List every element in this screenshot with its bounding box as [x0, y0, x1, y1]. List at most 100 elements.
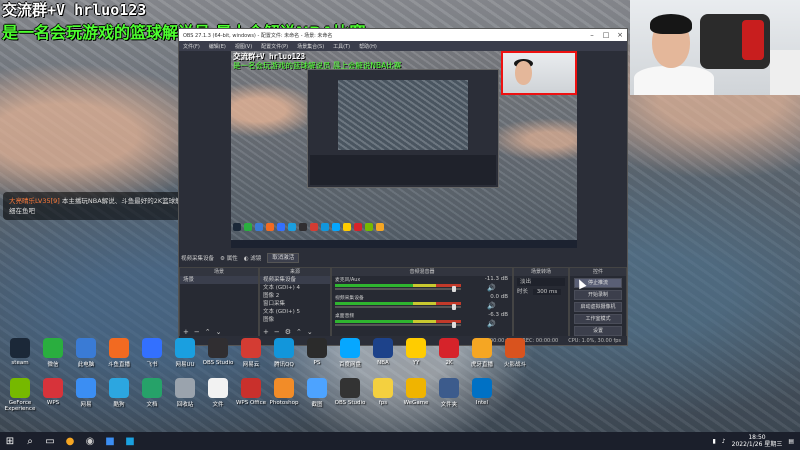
- start-virtual-camera-button[interactable]: 启动虚拟摄像机: [574, 302, 622, 312]
- menu-view[interactable]: 视图(V): [235, 43, 252, 50]
- app-icon: [241, 338, 261, 358]
- move-down-icon[interactable]: ⌄: [216, 328, 222, 336]
- desktop-icon[interactable]: 火影战斗: [495, 338, 535, 368]
- duration-input[interactable]: 300 ms: [532, 289, 562, 295]
- menu-edit[interactable]: 编辑(E): [209, 43, 226, 50]
- source-item[interactable]: 文本 (GDI+) 5: [260, 308, 330, 316]
- source-item[interactable]: 文本 (GDI+) 4: [260, 284, 330, 292]
- channel-db: -11.3 dB: [484, 276, 508, 282]
- task-view-icon[interactable]: ▭: [40, 432, 60, 450]
- preview-icon: [244, 223, 252, 231]
- source-item[interactable]: 图像: [260, 316, 330, 324]
- windows-taskbar: ⊞ ⌕ ▭ ● ◉ ■ ■ ▮ ♪ 18:50 2022/1/26 星期三 ▤: [0, 432, 800, 450]
- preview-desktop-icons: [231, 223, 577, 231]
- deactivate-button[interactable]: 取消激活: [267, 253, 300, 263]
- studio-mode-button[interactable]: 工作室模式: [574, 314, 622, 324]
- add-icon[interactable]: +: [183, 328, 189, 336]
- desktop-icon-label: OBS Studio: [202, 360, 234, 366]
- desktop-icon-label: YY: [412, 360, 420, 366]
- scenes-dock: 场景 场景 + − ⌃ ⌄: [179, 267, 259, 337]
- source-item[interactable]: 窗口采集: [260, 300, 330, 308]
- volume-meter: [335, 284, 461, 287]
- maximize-icon[interactable]: □: [599, 29, 613, 41]
- source-toolbar: 视频采集设备 ⚙ 属性 ◐ 滤镜 取消激活: [179, 253, 627, 263]
- preview-icon: [288, 223, 296, 231]
- filters-button[interactable]: ◐ 滤镜: [244, 254, 262, 262]
- move-down-icon[interactable]: ⌄: [307, 328, 313, 336]
- desktop-icon-label: 火影战斗: [503, 362, 526, 368]
- minimize-icon[interactable]: –: [585, 29, 599, 41]
- remove-icon[interactable]: −: [194, 328, 200, 336]
- scene-item[interactable]: 场景: [180, 276, 258, 284]
- desktop-icon-label: fps: [378, 400, 388, 406]
- stream-overlay-contact: 交流群+V hrluo123: [2, 1, 147, 19]
- audio-mixer-dock: 音频混音器 麦克风/Aux -11.3 dB 🔊 视频采集设备 0.0 dB 🔊…: [331, 267, 513, 337]
- search-icon[interactable]: ⌕: [20, 432, 40, 450]
- volume-slider[interactable]: [335, 324, 461, 326]
- app-icon: [142, 378, 162, 398]
- network-icon[interactable]: ▮: [712, 438, 715, 445]
- desktop-icon[interactable]: Intel: [462, 378, 502, 406]
- obs-titlebar[interactable]: OBS 27.1.3 (64-bit, windows) - 配置文件: 未命名…: [179, 29, 627, 41]
- desktop-icon-label: 斗鱼直播: [107, 362, 130, 368]
- clock[interactable]: 18:50 2022/1/26 星期三: [732, 434, 783, 448]
- clock-time: 18:50: [748, 434, 766, 441]
- speaker-icon[interactable]: 🔊: [487, 302, 496, 310]
- menu-help[interactable]: 帮助(H): [359, 43, 377, 50]
- speaker-icon[interactable]: 🔊: [487, 320, 496, 328]
- move-up-icon[interactable]: ⌃: [296, 328, 302, 336]
- move-up-icon[interactable]: ⌃: [205, 328, 211, 336]
- controls-header: 控件: [570, 268, 626, 276]
- desktop-icon-label: 腾讯QQ: [274, 362, 294, 368]
- gear-icon[interactable]: ⚙: [285, 328, 291, 336]
- desktop-icon-label: 文件夹: [440, 402, 458, 408]
- sources-dock: 来源 视频采集设备 文本 (GDI+) 4 图像 2 窗口采集 文本 (GDI+…: [259, 267, 331, 337]
- app-icon: [340, 378, 360, 398]
- volume-slider-handle[interactable]: [452, 286, 456, 292]
- menu-file[interactable]: 文件(F): [183, 43, 200, 50]
- desktop-icon-label: 虎牙直播: [470, 362, 493, 368]
- source-item[interactable]: 图像 2: [260, 292, 330, 300]
- nested-docks: [310, 155, 496, 185]
- menu-scene-collection[interactable]: 场景集合(S): [297, 43, 324, 50]
- volume-slider[interactable]: [335, 288, 461, 290]
- browser-icon[interactable]: ●: [60, 432, 80, 450]
- obs-window[interactable]: OBS 27.1.3 (64-bit, windows) - 配置文件: 未命名…: [178, 28, 628, 346]
- desktop-icon-label: WeGame: [403, 400, 429, 406]
- settings-button[interactable]: 设置: [574, 326, 622, 336]
- app-icon: [175, 378, 195, 398]
- app-icon: [175, 338, 195, 358]
- preview-icon: [321, 223, 329, 231]
- speaker-icon[interactable]: 🔊: [487, 284, 496, 292]
- obs-preview[interactable]: 交流群+V hrluo123 是一名会玩游戏的篮球解说员 晨上会解说NBA比赛: [231, 51, 577, 248]
- preview-webcam-source[interactable]: [501, 51, 577, 95]
- source-item[interactable]: 视频采集设备: [260, 276, 330, 284]
- app-taskbar-icon[interactable]: ■: [100, 432, 120, 450]
- windows-start-icon[interactable]: ⊞: [0, 432, 20, 450]
- desktop-icon-label: 网易UU: [175, 362, 195, 368]
- menu-profile[interactable]: 配置文件(P): [261, 43, 288, 50]
- app-icon: [373, 338, 393, 358]
- properties-button[interactable]: ⚙ 属性: [220, 254, 238, 262]
- menu-tools[interactable]: 工具(T): [333, 43, 350, 50]
- start-recording-button[interactable]: 开始录制: [574, 290, 622, 300]
- notification-icon[interactable]: ▤: [788, 438, 794, 445]
- system-tray: ▮ ♪ 18:50 2022/1/26 星期三 ▤: [712, 432, 794, 450]
- preview-icon: [233, 223, 241, 231]
- close-icon[interactable]: ×: [613, 29, 627, 41]
- volume-slider-handle[interactable]: [452, 322, 456, 328]
- app-icon: [472, 338, 492, 358]
- desktop-background: 交流群+V hrluo123 是一名会玩游戏的篮球解说员 晨上会解说NBA比赛 …: [0, 0, 800, 450]
- obs-title-text: OBS 27.1.3 (64-bit, windows) - 配置文件: 未命名…: [183, 32, 333, 39]
- volume-slider[interactable]: [335, 306, 461, 308]
- app-icon: [406, 338, 426, 358]
- obs-taskbar-icon[interactable]: ◉: [80, 432, 100, 450]
- preview-icon: [255, 223, 263, 231]
- remove-icon[interactable]: −: [274, 328, 280, 336]
- volume-icon[interactable]: ♪: [722, 438, 726, 445]
- transition-type-select[interactable]: 淡出: [517, 278, 565, 286]
- app-icon: [274, 338, 294, 358]
- volume-slider-handle[interactable]: [452, 304, 456, 310]
- app-taskbar-icon[interactable]: ■: [120, 432, 140, 450]
- add-icon[interactable]: +: [263, 328, 269, 336]
